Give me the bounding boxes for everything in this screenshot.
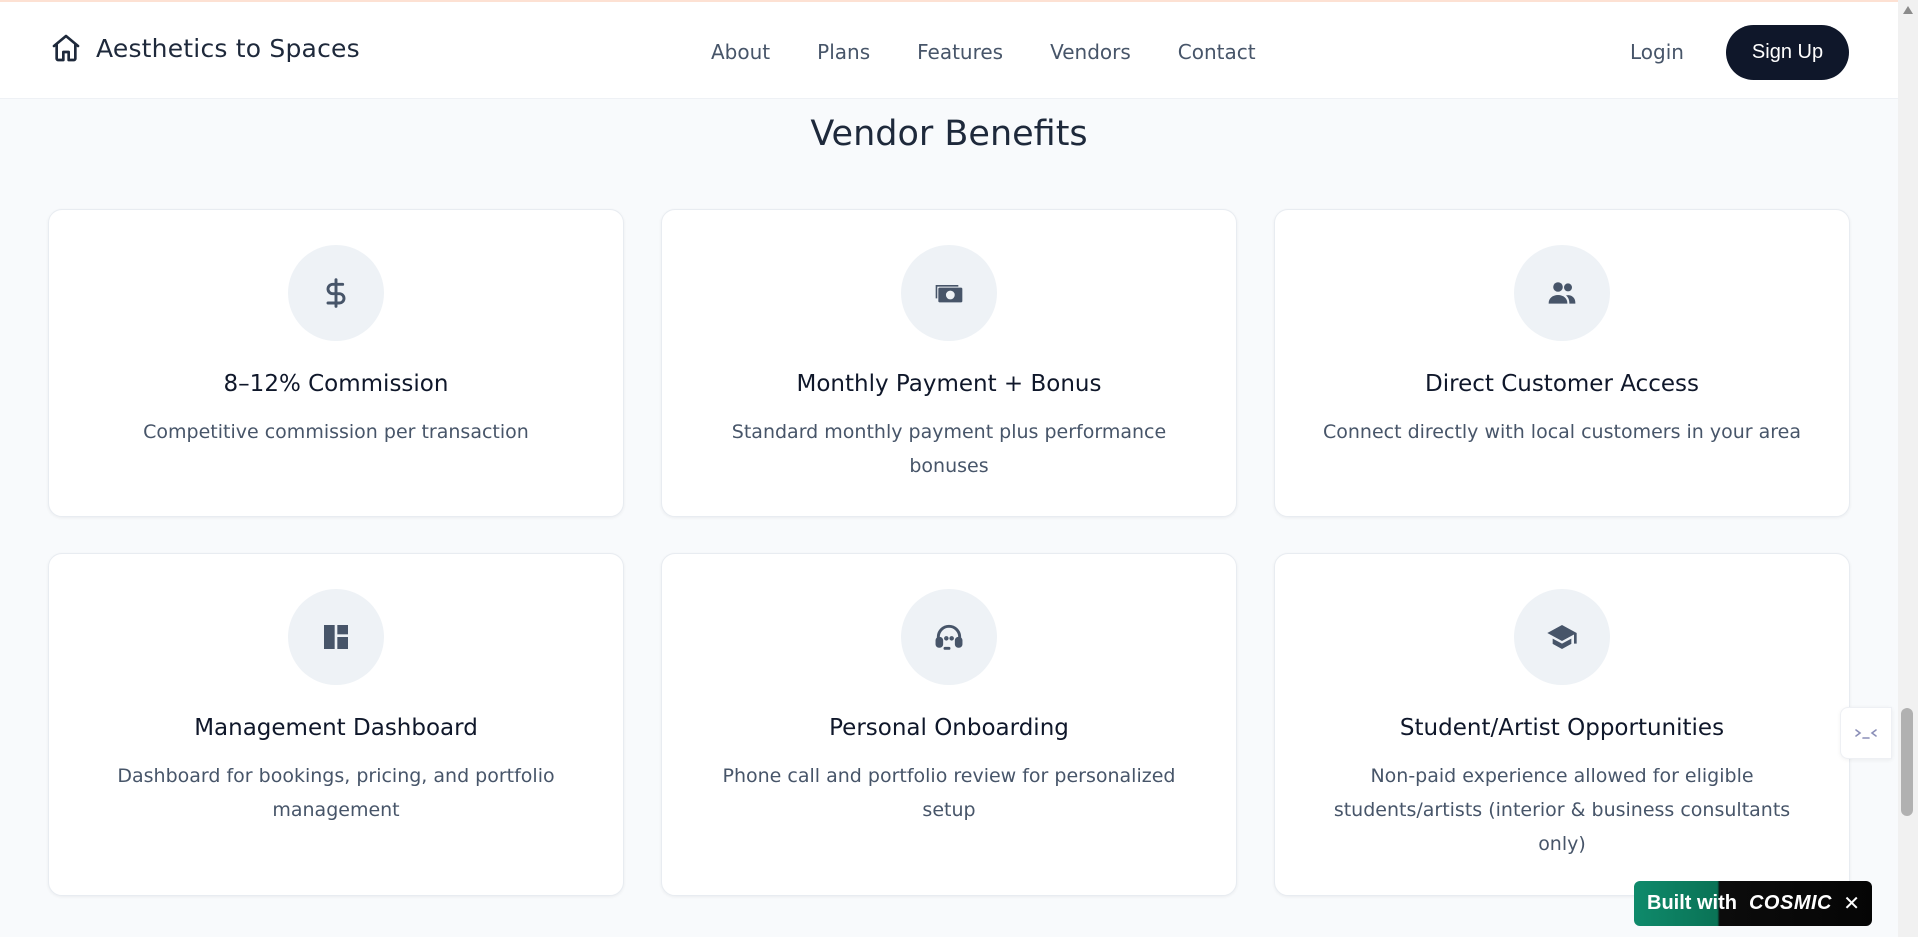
benefit-card-monthly-payment: Monthly Payment + Bonus Standard monthly… [661, 209, 1237, 517]
nav-vendors[interactable]: Vendors [1050, 40, 1131, 64]
icon-circle [288, 589, 384, 685]
card-description: Connect directly with local customers in… [1322, 421, 1802, 443]
graduation-cap-icon [1547, 625, 1577, 649]
side-widget-tab[interactable] [1840, 707, 1892, 759]
card-title: 8–12% Commission [223, 371, 449, 397]
benefit-card-onboarding: Personal Onboarding Phone call and portf… [661, 553, 1237, 896]
scroll-up-arrow[interactable] [1903, 6, 1913, 14]
card-title: Student/Artist Opportunities [1399, 715, 1725, 741]
scrollbar-thumb[interactable] [1901, 708, 1913, 816]
face-icon [1855, 729, 1877, 739]
benefit-card-commission: 8–12% Commission Competitive commission … [48, 209, 624, 517]
card-title: Direct Customer Access [1425, 371, 1699, 397]
money-icon [935, 285, 963, 303]
icon-circle [1514, 589, 1610, 685]
benefits-grid: 8–12% Commission Competitive commission … [48, 209, 1850, 896]
nav-features[interactable]: Features [917, 40, 1003, 64]
site-header: Aesthetics to Spaces About Plans Feature… [0, 2, 1898, 99]
brand-link[interactable]: Aesthetics to Spaces [50, 32, 360, 64]
card-description: Phone call and portfolio review for pers… [722, 765, 1176, 821]
card-title: Monthly Payment + Bonus [796, 371, 1102, 397]
nav-contact[interactable]: Contact [1178, 40, 1256, 64]
close-icon[interactable]: ✕ [1843, 891, 1860, 915]
main-nav: About Plans Features Vendors Contact [711, 40, 1256, 64]
card-description: Standard monthly payment plus performanc… [731, 421, 1167, 477]
built-with-badge[interactable]: Built with COSMIC ✕ [1634, 881, 1872, 926]
icon-circle [901, 245, 997, 341]
benefit-card-student-artist: Student/Artist Opportunities Non-paid ex… [1274, 553, 1850, 896]
built-with-label: Built with [1647, 892, 1737, 914]
dashboard-icon [324, 625, 348, 649]
icon-circle [1514, 245, 1610, 341]
benefit-card-dashboard: Management Dashboard Dashboard for booki… [48, 553, 624, 896]
cosmic-logo: COSMIC [1748, 892, 1832, 914]
card-description: Competitive commission per transaction [143, 421, 529, 443]
headset-icon [935, 624, 963, 650]
card-description: Dashboard for bookings, pricing, and por… [117, 765, 555, 821]
icon-circle [901, 589, 997, 685]
benefit-card-customer-access: Direct Customer Access Connect directly … [1274, 209, 1850, 517]
icon-circle [288, 245, 384, 341]
section-title: Vendor Benefits [810, 114, 1088, 154]
home-icon [52, 34, 80, 62]
signup-button[interactable]: Sign Up [1726, 25, 1849, 80]
nav-plans[interactable]: Plans [817, 40, 870, 64]
card-title: Management Dashboard [194, 715, 478, 741]
people-icon [1548, 282, 1576, 304]
login-link[interactable]: Login [1630, 40, 1684, 64]
card-title: Personal Onboarding [829, 715, 1069, 741]
nav-about[interactable]: About [711, 40, 770, 64]
brand-name: Aesthetics to Spaces [96, 33, 360, 63]
dollar-icon [326, 278, 346, 308]
card-description: Non-paid experience allowed for eligible… [1333, 765, 1791, 855]
